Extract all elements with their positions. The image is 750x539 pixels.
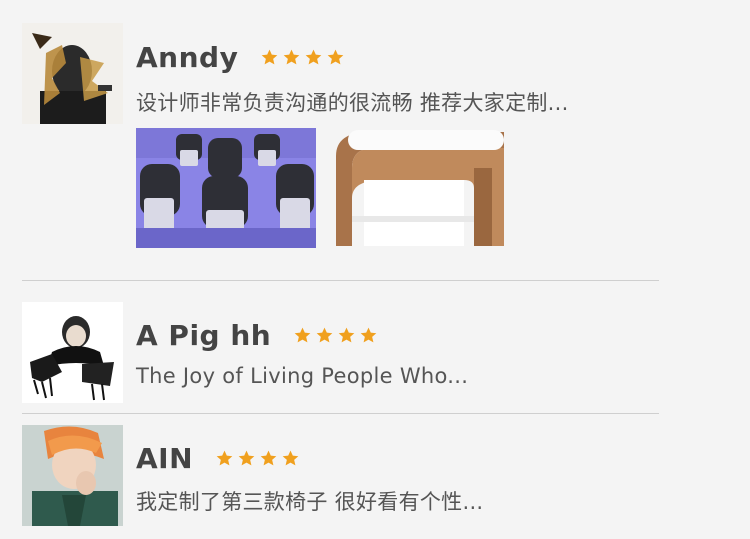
review-photos <box>136 128 504 248</box>
avatar[interactable] <box>22 425 123 526</box>
star-icon <box>306 49 322 65</box>
avatar[interactable] <box>22 302 123 403</box>
review-photo-chairs[interactable] <box>136 128 316 248</box>
review-comment: The Joy of Living People Who... <box>136 364 469 388</box>
star-icon <box>294 327 311 343</box>
chairs-photo <box>136 128 316 248</box>
star-icon <box>216 450 233 466</box>
star-icon <box>262 49 278 65</box>
reviewer-name: AIN <box>136 442 194 475</box>
divider <box>22 413 659 414</box>
divider <box>22 280 659 281</box>
star-rating <box>260 48 345 67</box>
star-icon <box>328 49 344 65</box>
star-icon <box>360 327 377 343</box>
star-icon <box>316 327 333 343</box>
reviewer-name: Anndy <box>136 41 239 74</box>
avatar-image <box>22 425 123 526</box>
star-icon <box>260 450 277 466</box>
review-item[interactable]: Anndy 设计师非常负责沟通的很流畅 推荐大家定制... <box>22 23 659 253</box>
avatar-image <box>22 23 123 124</box>
review-comment: 设计师非常负责沟通的很流畅 推荐大家定制... <box>136 91 569 115</box>
review-item[interactable]: A Pig hh The Joy of Living People Who... <box>22 302 659 403</box>
avatar-image <box>22 302 123 403</box>
star-icon <box>282 450 299 466</box>
reviewer-name: A Pig hh <box>136 319 272 352</box>
side-table-photo <box>324 128 504 248</box>
star-icon <box>238 450 255 466</box>
review-comment: 我定制了第三款椅子 很好看有个性... <box>136 490 484 514</box>
star-icon <box>284 49 300 65</box>
star-rating <box>293 326 378 345</box>
star-rating <box>215 449 300 468</box>
star-icon <box>338 327 355 343</box>
avatar[interactable] <box>22 23 123 124</box>
review-item[interactable]: AIN 我定制了第三款椅子 很好看有个性... <box>22 425 659 526</box>
review-photo-side-table[interactable] <box>324 128 504 248</box>
